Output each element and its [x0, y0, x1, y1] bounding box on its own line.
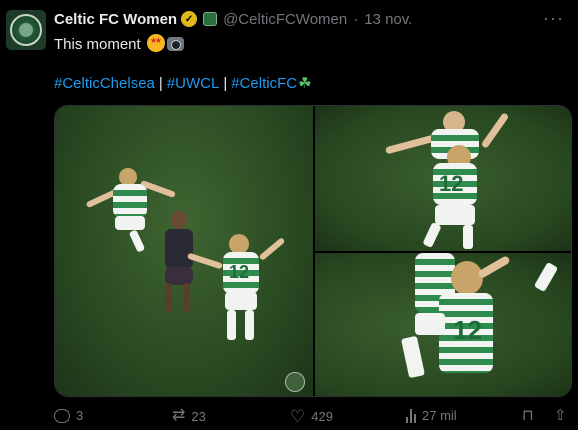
head [171, 211, 187, 229]
player-number-12: 12 [186, 234, 286, 364]
shorts [435, 205, 475, 225]
bookmark-icon: ⊓ [522, 407, 534, 424]
camera-flash-emoji-icon [166, 37, 184, 51]
hashtag-separator: | [158, 75, 163, 92]
reply-count: 3 [76, 408, 84, 423]
views-button[interactable]: 27 mil [406, 408, 457, 423]
bookmark-button[interactable]: ⊓ [522, 408, 540, 423]
more-options-icon[interactable]: ··· [543, 8, 564, 29]
tweet-header: Celtic FC Women ✓ @CelticFCWomen · 13 no… [54, 9, 412, 29]
view-count: 27 mil [422, 408, 457, 423]
repost-button[interactable]: ⇄ 23 [172, 408, 206, 424]
hair [451, 261, 483, 295]
share-button[interactable]: ⇧ [554, 408, 573, 423]
tweet-text: This moment [54, 34, 184, 53]
shorts [225, 292, 257, 310]
player-closeup: 12 [395, 253, 525, 396]
leg [183, 283, 190, 313]
media-grid: 12 12 12 [54, 105, 572, 397]
jersey [113, 184, 147, 218]
jersey-number: 12 [453, 315, 482, 345]
shorts [115, 216, 145, 230]
arm [384, 134, 436, 155]
arm [258, 237, 286, 261]
author-handle[interactable]: @CelticFCWomen [223, 11, 347, 28]
hashtag-separator: | [223, 75, 228, 92]
shamrock-emoji-icon: ☘ [298, 75, 312, 92]
share-icon: ⇧ [554, 407, 567, 424]
gold-verified-icon[interactable]: ✓ [181, 11, 198, 27]
hashtag-uwcl[interactable]: #UWCL [167, 75, 220, 92]
heart-icon: ♡ [290, 407, 306, 426]
star-struck-emoji-icon [146, 34, 165, 52]
sock [463, 225, 473, 249]
like-button[interactable]: ♡ 429 [290, 408, 333, 425]
repost-count: 23 [191, 408, 206, 424]
sock [227, 310, 236, 340]
watermark-crest-icon [285, 372, 305, 392]
header-separator: · [353, 10, 359, 28]
sock [401, 335, 425, 379]
jersey-number: 12 [229, 262, 250, 282]
tweet-date[interactable]: 13 nov. [364, 11, 412, 28]
avatar[interactable] [6, 10, 46, 50]
repost-icon: ⇄ [172, 407, 186, 424]
sock [533, 261, 559, 293]
hashtag-celticchelsea[interactable]: #CelticChelsea [54, 75, 155, 92]
photo-left[interactable]: 12 [55, 106, 313, 396]
opponent-player [155, 211, 205, 321]
author-name[interactable]: Celtic FC Women [54, 11, 177, 28]
hair [229, 234, 249, 254]
reply-button[interactable]: 3 [54, 408, 83, 423]
player-hugging: 12 [384, 111, 510, 251]
shorts [415, 313, 445, 335]
sock [128, 229, 146, 253]
leg [165, 283, 172, 313]
sock [245, 310, 254, 340]
tweet-text-content: This moment [54, 36, 141, 53]
jersey [165, 229, 193, 269]
jersey-number: 12 [439, 171, 464, 196]
arm [480, 112, 510, 149]
photo-top-right[interactable]: 12 [315, 106, 571, 251]
celtic-crest-logo [10, 14, 42, 46]
hashtag-line: #CelticChelsea | #UWCL | #CelticFC☘ [54, 74, 312, 92]
like-count: 429 [311, 409, 333, 424]
hashtag-celticfc[interactable]: #CelticFC [231, 75, 297, 92]
arm [477, 255, 511, 279]
action-bar: 3 ⇄ 23 ♡ 429 27 mil ⊓ ⇧ [54, 408, 574, 428]
affiliate-badge-icon[interactable] [203, 12, 218, 26]
photo-bottom-right[interactable]: 12 [315, 253, 571, 396]
views-icon [406, 408, 416, 423]
sock [422, 222, 442, 248]
reply-icon [54, 408, 70, 423]
